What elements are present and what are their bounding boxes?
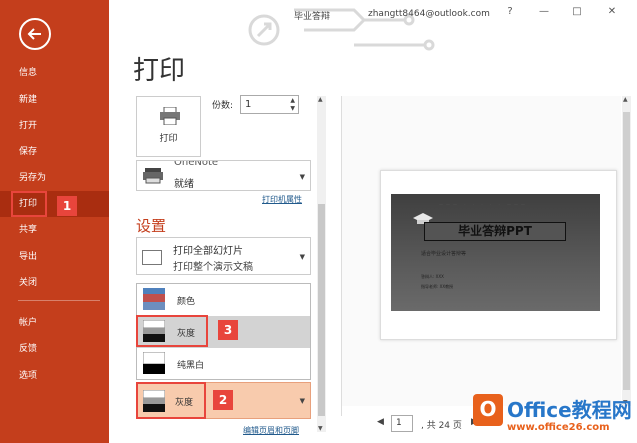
- spin-up-icon[interactable]: ▲: [290, 97, 295, 104]
- sidebar-divider: [18, 300, 100, 301]
- chevron-down-icon: ▼: [299, 253, 305, 261]
- print-range-dropdown[interactable]: 打印全部幻灯片 打印整个演示文稿 ▼: [136, 237, 311, 275]
- color-swatch-icon: [143, 288, 165, 310]
- nav-save-as[interactable]: 另存为: [0, 165, 109, 191]
- back-button[interactable]: [19, 18, 51, 50]
- grayscale-callout-outline: [136, 315, 208, 347]
- printer-name: OneNote: [174, 160, 219, 168]
- page-total: , 共 24 页: [421, 421, 462, 431]
- print-button[interactable]: 打印: [136, 96, 201, 157]
- title-bar: 毕业答辩 zhangtt8464@outlook.com ? — □ ✕: [109, 0, 637, 51]
- range-main-label: 打印全部幻灯片: [173, 246, 243, 257]
- watermark: O Office教程网 www.office26.com: [473, 392, 633, 440]
- page-number-input[interactable]: 1: [391, 415, 413, 432]
- printer-dropdown[interactable]: OneNote 就绪 ▼: [136, 160, 311, 191]
- maximize-button[interactable]: □: [569, 6, 585, 17]
- copies-label: 份数:: [212, 101, 234, 111]
- slides-icon: [142, 250, 162, 265]
- nav-account[interactable]: 帐户: [0, 310, 109, 336]
- edit-header-footer-link[interactable]: 编辑页眉和页脚: [243, 425, 299, 436]
- account-email[interactable]: zhangtt8464@outlook.com: [368, 9, 490, 19]
- callout-badge-2: 2: [213, 390, 233, 410]
- black-white-swatch-icon: [143, 352, 165, 374]
- settings-scrollbar[interactable]: ▲ ▼: [317, 96, 326, 432]
- spin-down-icon[interactable]: ▼: [290, 105, 295, 112]
- callout-badge-1: 1: [57, 196, 77, 216]
- nav-open[interactable]: 打开: [0, 113, 109, 139]
- nav-info[interactable]: 信息: [0, 60, 109, 86]
- color-option-label: 颜色: [177, 297, 196, 307]
- color-option-black-white[interactable]: 纯黑白: [137, 348, 310, 380]
- slide-presenter: 答辩人: XXX: [421, 274, 444, 279]
- scroll-up-icon[interactable]: ▲: [623, 96, 628, 103]
- nav-new[interactable]: 新建: [0, 87, 109, 113]
- slide-advisor: 指导老师: XX教授: [421, 284, 454, 289]
- watermark-url: www.office26.com: [507, 422, 610, 433]
- back-arrow-icon: [27, 28, 41, 40]
- chevron-down-icon: ▼: [299, 173, 305, 181]
- minimize-button[interactable]: —: [536, 6, 552, 17]
- range-sub-label: 打印整个演示文稿: [173, 262, 253, 273]
- printer-status: 就绪: [174, 179, 194, 190]
- settings-heading: 设置: [136, 217, 167, 235]
- slide-title: 毕业答辩PPT: [424, 222, 566, 241]
- nav-share[interactable]: 共享: [0, 217, 109, 243]
- copies-spinner[interactable]: 1 ▲ ▼: [240, 95, 299, 114]
- color-mode-callout-outline: [136, 382, 206, 419]
- page-title: 打印: [133, 56, 186, 86]
- scroll-up-icon[interactable]: ▲: [318, 96, 323, 103]
- chevron-down-icon: ▼: [299, 397, 305, 405]
- preview-scroll-thumb[interactable]: [623, 112, 630, 390]
- black-white-option-label: 纯黑白: [177, 361, 205, 371]
- nav-options[interactable]: 选项: [0, 363, 109, 389]
- watermark-text: Office教程网: [507, 398, 632, 422]
- print-callout-outline: [11, 191, 47, 217]
- document-title: 毕业答辩: [294, 12, 331, 22]
- slide-preview: ——— · · · · · ——— 毕业答辩PPT 适合毕业设计答辩等 答辩人:…: [391, 194, 600, 311]
- scroll-thumb[interactable]: [318, 204, 325, 416]
- help-button[interactable]: ?: [502, 6, 518, 17]
- nav-close[interactable]: 关闭: [0, 270, 109, 296]
- print-button-label: 打印: [159, 134, 178, 144]
- callout-badge-3: 3: [218, 320, 238, 340]
- printer-device-icon: [143, 168, 163, 184]
- previous-page-icon[interactable]: ◀: [377, 417, 384, 427]
- office-logo-icon: O: [473, 394, 503, 426]
- backstage-sidebar: 信息 新建 打开 保存 另存为 打印 共享 导出 关闭 帐户 反馈 选项: [0, 0, 109, 443]
- slide-top-line: ——— · · · · · ———: [439, 202, 528, 207]
- nav-feedback[interactable]: 反馈: [0, 336, 109, 362]
- copies-value: 1: [245, 99, 252, 110]
- scroll-down-icon[interactable]: ▼: [318, 425, 323, 432]
- printer-icon: [160, 107, 180, 125]
- color-option-color[interactable]: 颜色: [137, 284, 310, 316]
- slide-subtitle: 适合毕业设计答辩等: [421, 251, 467, 257]
- nav-export[interactable]: 导出: [0, 244, 109, 270]
- close-button[interactable]: ✕: [604, 6, 620, 17]
- nav-save[interactable]: 保存: [0, 139, 109, 165]
- preview-scrollbar[interactable]: ▲ ▼: [622, 96, 631, 406]
- printer-properties-link[interactable]: 打印机属性: [262, 194, 302, 205]
